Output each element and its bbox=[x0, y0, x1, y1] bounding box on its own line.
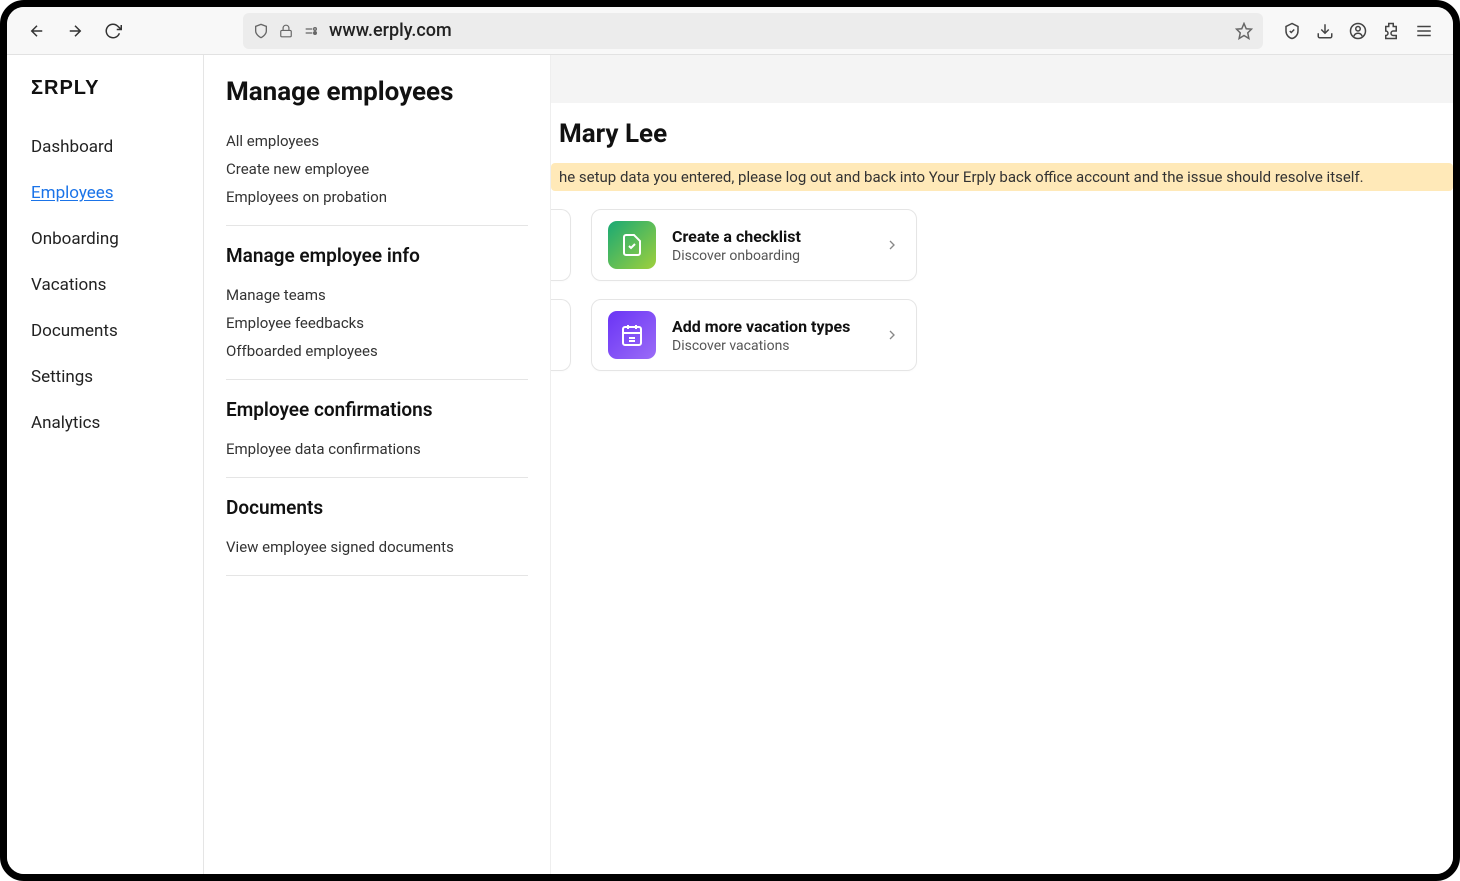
link-employee-feedbacks[interactable]: Employee feedbacks bbox=[226, 309, 528, 337]
nav-employees[interactable]: Employees bbox=[31, 170, 203, 216]
card-vacation-types[interactable]: Add more vacation types Discover vacatio… bbox=[591, 299, 917, 371]
card-subtitle: Discover onboarding bbox=[672, 248, 884, 264]
nav-onboarding[interactable]: Onboarding bbox=[31, 216, 203, 262]
nav-settings[interactable]: Settings bbox=[31, 354, 203, 400]
link-data-confirmations[interactable]: Employee data confirmations bbox=[226, 435, 528, 463]
url-bar[interactable]: www.erply.com bbox=[243, 13, 1263, 49]
link-signed-documents[interactable]: View employee signed documents bbox=[226, 533, 528, 561]
forward-button[interactable] bbox=[65, 21, 85, 41]
link-all-employees[interactable]: All employees bbox=[226, 127, 528, 155]
extensions-icon[interactable] bbox=[1382, 22, 1400, 40]
url-text: www.erply.com bbox=[329, 20, 1225, 41]
reload-button[interactable] bbox=[103, 21, 123, 41]
chevron-right-icon bbox=[884, 327, 900, 343]
card-create-checklist[interactable]: Create a checklist Discover onboarding bbox=[591, 209, 917, 281]
downloads-icon[interactable] bbox=[1316, 22, 1334, 40]
checklist-icon bbox=[608, 221, 656, 269]
setup-alert: he setup data you entered, please log ou… bbox=[551, 163, 1453, 191]
nav-documents[interactable]: Documents bbox=[31, 308, 203, 354]
heading-confirmations: Employee confirmations bbox=[226, 398, 528, 421]
menu-icon[interactable] bbox=[1415, 22, 1433, 40]
shield-icon bbox=[253, 23, 269, 39]
link-employees-probation[interactable]: Employees on probation bbox=[226, 183, 528, 211]
link-offboarded[interactable]: Offboarded employees bbox=[226, 337, 528, 365]
heading-manage-info: Manage employee info bbox=[226, 244, 528, 267]
account-icon[interactable] bbox=[1349, 22, 1367, 40]
secondary-title: Manage employees bbox=[226, 77, 528, 107]
nav-vacations[interactable]: Vacations bbox=[31, 262, 203, 308]
bookmark-star-icon[interactable] bbox=[1235, 22, 1253, 40]
back-button[interactable] bbox=[27, 21, 47, 41]
card-partial-2[interactable] bbox=[551, 299, 571, 371]
chevron-right-icon bbox=[884, 237, 900, 253]
card-partial-1[interactable] bbox=[551, 209, 571, 281]
primary-sidebar: ΣRPLY Dashboard Employees Onboarding Vac… bbox=[7, 55, 204, 874]
page-title: Mary Lee bbox=[551, 103, 1453, 163]
heading-documents: Documents bbox=[226, 496, 528, 519]
nav-dashboard[interactable]: Dashboard bbox=[31, 124, 203, 170]
link-create-employee[interactable]: Create new employee bbox=[226, 155, 528, 183]
main-area: Mary Lee he setup data you entered, plea… bbox=[551, 55, 1453, 874]
secondary-sidebar: Manage employees All employees Create ne… bbox=[204, 55, 551, 874]
card-title: Create a checklist bbox=[672, 227, 884, 246]
browser-toolbar: www.erply.com bbox=[7, 7, 1453, 55]
calendar-icon bbox=[608, 311, 656, 359]
lock-icon bbox=[279, 23, 293, 39]
card-title: Add more vacation types bbox=[672, 317, 884, 336]
top-bar bbox=[551, 55, 1453, 103]
pocket-icon[interactable] bbox=[1283, 22, 1301, 40]
permissions-icon bbox=[303, 23, 319, 39]
link-manage-teams[interactable]: Manage teams bbox=[226, 281, 528, 309]
card-subtitle: Discover vacations bbox=[672, 338, 884, 354]
nav-analytics[interactable]: Analytics bbox=[31, 400, 203, 446]
logo: ΣRPLY bbox=[31, 77, 203, 100]
